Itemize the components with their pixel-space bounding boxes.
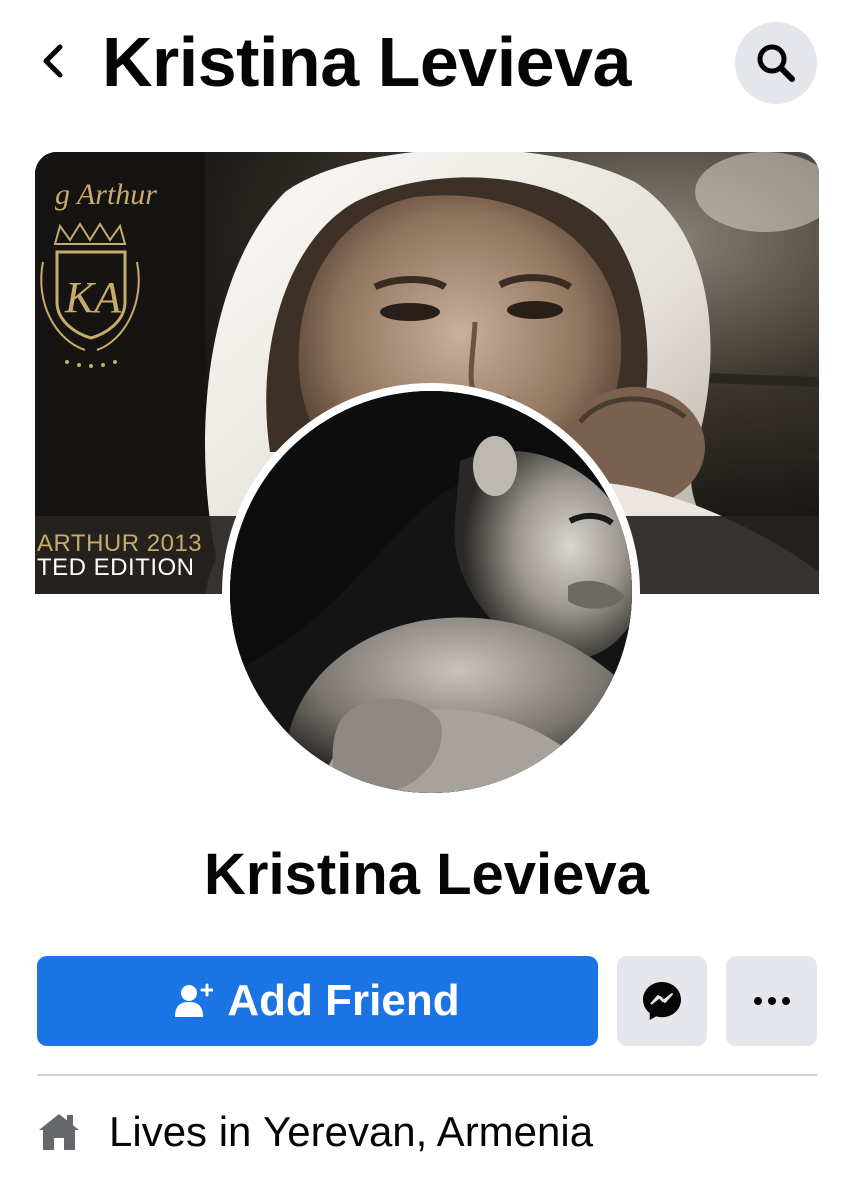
profile-name: Kristina Levieva <box>204 842 649 907</box>
home-icon <box>37 1110 81 1154</box>
more-button[interactable] <box>726 956 817 1046</box>
lives-in-label: Lives in <box>109 1108 264 1155</box>
messenger-icon <box>643 982 681 1020</box>
add-friend-label: Add Friend <box>227 976 460 1025</box>
back-button[interactable] <box>30 36 74 86</box>
top-bar: Kristina Levieva <box>0 0 853 125</box>
cover-badge-line2: TED EDITION <box>37 554 195 581</box>
lives-in-location-link[interactable]: Yerevan, Armenia <box>263 1108 593 1156</box>
profile-page: Kristina Levieva g Arthur KA ARTHUR 2013… <box>0 0 853 1200</box>
search-button[interactable] <box>735 22 817 104</box>
cover-monogram: KA <box>64 273 122 322</box>
avatar-image <box>230 391 632 793</box>
add-friend-button[interactable]: Add Friend <box>37 956 598 1046</box>
profile-avatar[interactable] <box>222 383 640 801</box>
add-person-icon <box>175 983 214 1019</box>
message-button[interactable] <box>617 956 707 1046</box>
chevron-left-icon <box>43 44 63 78</box>
search-icon <box>757 44 795 82</box>
cover-logo-text: g Arthur <box>55 178 157 211</box>
lives-in-row: Lives in Yerevan, Armenia <box>37 1100 593 1164</box>
header-title: Kristina Levieva <box>102 23 631 101</box>
more-dots-icon <box>753 997 790 1005</box>
section-divider <box>37 1074 817 1076</box>
